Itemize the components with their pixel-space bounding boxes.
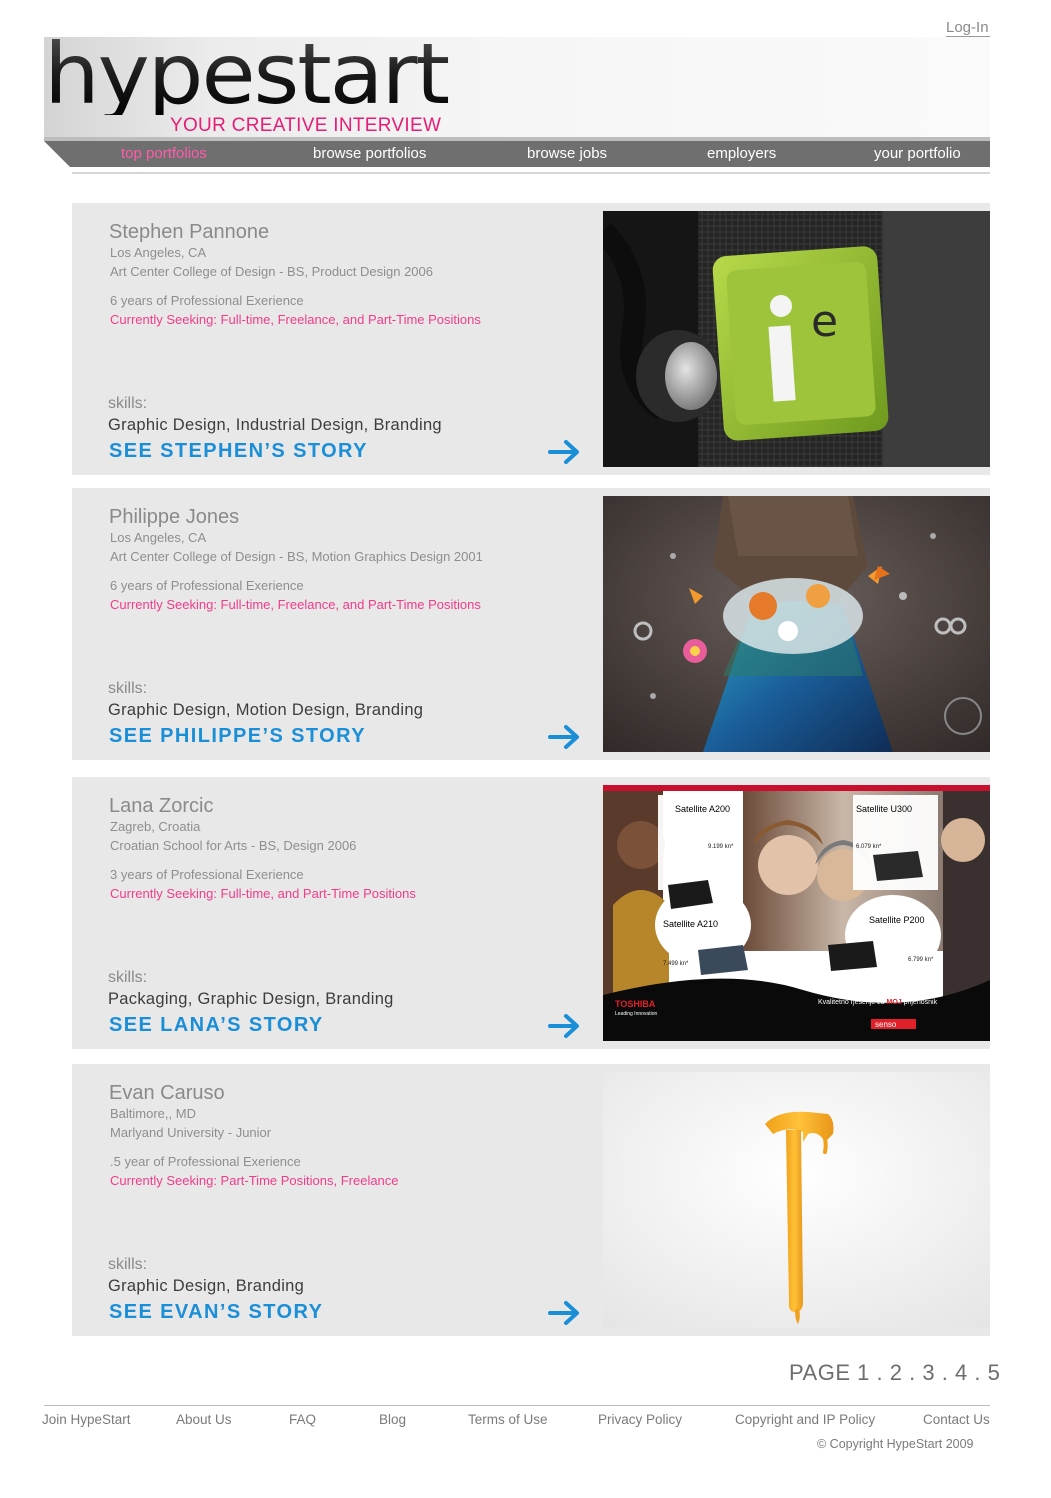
nav-browse-jobs[interactable]: browse jobs: [527, 145, 607, 162]
copyright-notice: © Copyright HypeStart 2009: [817, 1437, 974, 1451]
ad-price-a200: 9.199 kn*: [708, 844, 734, 850]
pager-page-5[interactable]: 5: [988, 1360, 1001, 1385]
nav-employers[interactable]: employers: [707, 145, 776, 162]
skills-list: Graphic Design, Industrial Design, Brand…: [108, 416, 442, 434]
footer-copyright-policy-link[interactable]: Copyright and IP Policy: [735, 1412, 875, 1427]
candidate-school: Art Center College of Design - BS, Produ…: [110, 264, 434, 279]
pager-prefix: PAGE: [789, 1360, 851, 1385]
candidate-location: Baltimore,, MD: [110, 1106, 196, 1121]
logo-text: hypestart: [44, 35, 448, 115]
pager-separator: .: [876, 1360, 884, 1385]
see-story-link[interactable]: SEE EVAN’S STORY: [109, 1301, 323, 1324]
logo[interactable]: hypestart: [44, 35, 454, 115]
ad-partner: senso: [875, 1020, 897, 1029]
ad-model-u300: Satellite U300: [856, 804, 912, 814]
footer-faq-link[interactable]: FAQ: [289, 1412, 316, 1427]
nav-your-portfolio[interactable]: your portfolio: [874, 145, 961, 162]
footer-join-link[interactable]: Join HypeStart: [42, 1412, 131, 1427]
portfolio-card: Philippe Jones Los Angeles, CA Art Cente…: [72, 488, 990, 760]
arrow-right-icon[interactable]: [548, 724, 582, 750]
skills-label: skills:: [108, 969, 148, 986]
ad-price-p200: 6.799 kn*: [908, 957, 934, 963]
pager-page-1[interactable]: 1: [857, 1360, 870, 1385]
tagline: YOUR CREATIVE INTERVIEW: [170, 115, 442, 136]
candidate-name[interactable]: Lana Zorcic: [109, 795, 214, 818]
arrow-right-icon[interactable]: [548, 439, 582, 465]
portfolio-thumbnail[interactable]: e: [603, 211, 990, 467]
see-story-link[interactable]: SEE STEPHEN’S STORY: [109, 440, 368, 463]
footer-contact-link[interactable]: Contact Us: [923, 1412, 990, 1427]
pager-separator: .: [974, 1360, 982, 1385]
arrow-right-icon[interactable]: [548, 1300, 582, 1326]
pagination: PAGE 1 . 2 . 3 . 4 . 5: [789, 1360, 1000, 1386]
ad-model-a200: Satellite A200: [675, 804, 730, 814]
candidate-experience: 6 years of Professional Exerience: [110, 578, 304, 593]
candidate-school: Marlyand University - Junior: [110, 1125, 272, 1140]
candidate-name[interactable]: Philippe Jones: [109, 506, 239, 529]
ad-brand: TOSHIBA: [615, 999, 656, 1009]
ad-slogan: Kvalitetno rješenje za MOJ prijenosnik: [818, 999, 938, 1006]
candidate-seeking: Currently Seeking: Full-time, and Part-T…: [110, 886, 416, 901]
candidate-name[interactable]: Stephen Pannone: [109, 221, 269, 244]
candidate-name[interactable]: Evan Caruso: [109, 1082, 225, 1105]
candidate-location: Los Angeles, CA: [110, 245, 207, 260]
skills-list: Graphic Design, Motion Design, Branding: [108, 701, 424, 719]
pager-separator: .: [941, 1360, 949, 1385]
footer-blog-link[interactable]: Blog: [379, 1412, 406, 1427]
candidate-seeking: Currently Seeking: Part-Time Positions, …: [110, 1173, 399, 1188]
portfolio-card: Evan Caruso Baltimore,, MD Marlyand Univ…: [72, 1064, 990, 1336]
portfolio-thumbnail[interactable]: Satellite A200 Satellite U300 Satellite …: [603, 785, 990, 1041]
candidate-school: Croatian School for Arts - BS, Design 20…: [110, 838, 357, 853]
footer-divider: [44, 1405, 990, 1406]
ad-price-a210: 7.499 kn*: [663, 961, 689, 967]
skills-list: Packaging, Graphic Design, Branding: [108, 990, 394, 1008]
skills-label: skills:: [108, 680, 148, 697]
pager-page-4[interactable]: 4: [955, 1360, 968, 1385]
pager-page-2[interactable]: 2: [890, 1360, 903, 1385]
candidate-location: Los Angeles, CA: [110, 530, 207, 545]
candidate-location: Zagreb, Croatia: [110, 819, 201, 834]
footer-privacy-link[interactable]: Privacy Policy: [598, 1412, 682, 1427]
nav-browse-portfolios[interactable]: browse portfolios: [313, 145, 426, 162]
candidate-school: Art Center College of Design - BS, Motio…: [110, 549, 483, 564]
nav-top-portfolios[interactable]: top portfolios: [121, 145, 207, 162]
svg-text:e: e: [811, 296, 838, 347]
candidate-seeking: Currently Seeking: Full-time, Freelance,…: [110, 597, 481, 612]
see-story-link[interactable]: SEE PHILIPPE’S STORY: [109, 725, 366, 748]
see-story-link[interactable]: SEE LANA’S STORY: [109, 1014, 324, 1037]
nav-divider: [72, 172, 990, 174]
footer-terms-link[interactable]: Terms of Use: [468, 1412, 548, 1427]
skills-label: skills:: [108, 395, 148, 412]
pager-separator: .: [909, 1360, 916, 1385]
login-link[interactable]: Log-In: [946, 19, 989, 36]
ad-brand-sub: Leading Innovation: [615, 1011, 657, 1017]
ad-price-u300: 6.079 kn*: [856, 844, 882, 850]
skills-list: Graphic Design, Branding: [108, 1277, 305, 1295]
candidate-experience: .5 year of Professional Exerience: [110, 1154, 301, 1169]
pager-page-3[interactable]: 3: [922, 1360, 935, 1385]
ad-model-p200: Satellite P200: [869, 915, 925, 925]
footer-about-link[interactable]: About Us: [176, 1412, 232, 1427]
portfolio-thumbnail[interactable]: [603, 1072, 990, 1328]
candidate-seeking: Currently Seeking: Full-time, Freelance,…: [110, 312, 481, 327]
skills-label: skills:: [108, 1256, 148, 1273]
portfolio-thumbnail[interactable]: [603, 496, 990, 752]
candidate-experience: 3 years of Professional Exerience: [110, 867, 304, 882]
candidate-experience: 6 years of Professional Exerience: [110, 293, 304, 308]
arrow-right-icon[interactable]: [548, 1013, 582, 1039]
portfolio-card: Stephen Pannone Los Angeles, CA Art Cent…: [72, 203, 990, 475]
ad-model-a210: Satellite A210: [663, 919, 718, 929]
portfolio-card: Lana Zorcic Zagreb, Croatia Croatian Sch…: [72, 777, 990, 1049]
